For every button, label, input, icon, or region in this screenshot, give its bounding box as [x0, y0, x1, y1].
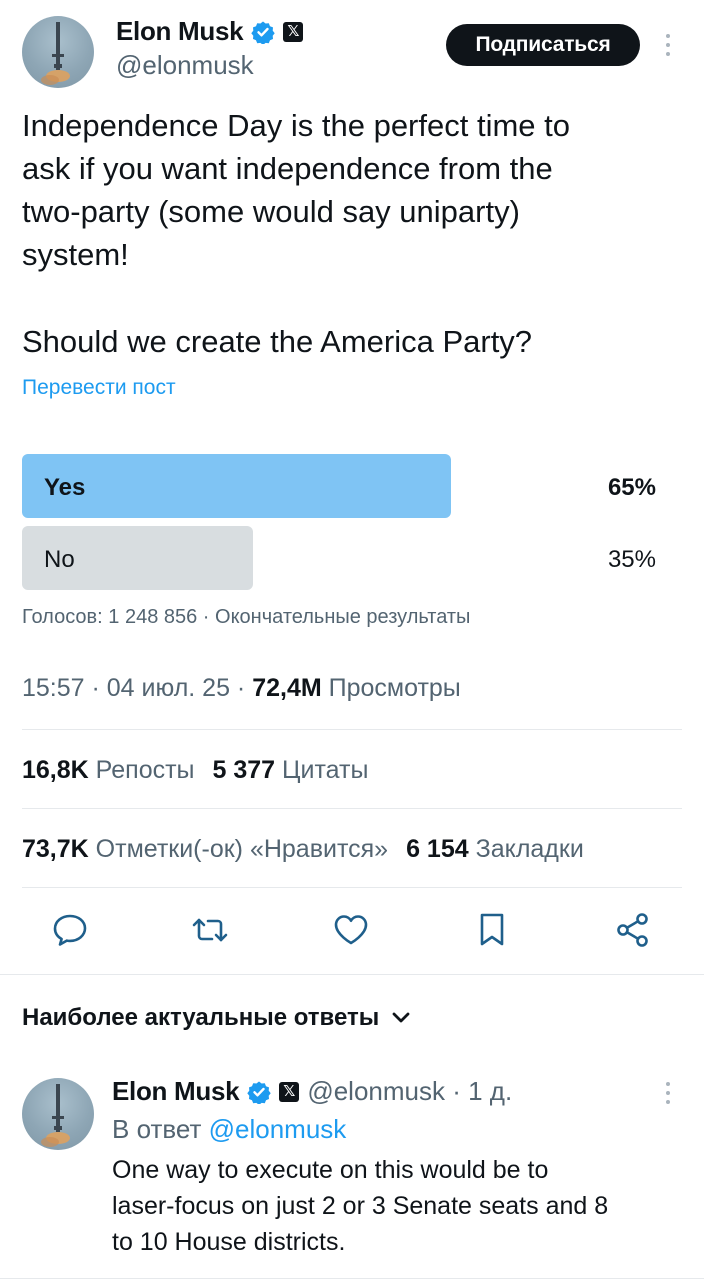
verified-badge-icon [251, 21, 276, 44]
more-options-icon[interactable] [663, 34, 673, 56]
author-name[interactable]: Elon Musk [116, 16, 244, 47]
share-icon[interactable] [613, 910, 653, 950]
reply-author-row[interactable]: Elon Musk 𝕏 @elonmusk · 1 д. [112, 1076, 512, 1107]
likes-label: Отметки(-ок) «Нравится» [95, 835, 389, 863]
poll-meta: Голосов: 1 248 856 · Окончательные резул… [22, 606, 471, 628]
repost-icon[interactable] [190, 910, 230, 950]
bookmarks-stat[interactable]: 6 154 Закладки [406, 835, 584, 863]
x-logo-icon: 𝕏 [279, 1081, 300, 1102]
post-text-line: two-party (some would say uniparty) [22, 194, 520, 229]
divider [22, 808, 682, 809]
x-logo-icon: 𝕏 [283, 21, 304, 42]
reply-icon[interactable] [50, 910, 90, 950]
poll-option-yes-percent: 65% [607, 474, 656, 501]
reply-to-prefix: В ответ [112, 1114, 209, 1144]
reposts-quotes-stats: 16,8K Репосты 5 377 Цитаты [22, 756, 368, 785]
reply-author-avatar[interactable] [22, 1078, 94, 1150]
verified-badge-icon [247, 1081, 272, 1104]
likes-bookmarks-stats: 73,7K Отметки(-ок) «Нравится» 6 154 Закла… [22, 835, 584, 864]
quotes-stat[interactable]: 5 377 Цитаты [213, 756, 369, 784]
bookmarks-count: 6 154 [406, 835, 469, 863]
post-text-line: Should we create the America Party? [22, 324, 533, 359]
reply-text-line: One way to execute on this would be to [112, 1156, 549, 1184]
poll-option-no-label: No [44, 546, 75, 573]
replies-sort-dropdown[interactable]: Наиболее актуальные ответы [22, 1004, 411, 1032]
reply-more-options-icon[interactable] [663, 1082, 673, 1104]
reply-author-name[interactable]: Elon Musk [112, 1076, 240, 1107]
post-text-line: system! [22, 237, 129, 272]
likes-count: 73,7K [22, 835, 89, 863]
reply-meta: @elonmusk · 1 д. [307, 1076, 513, 1106]
chevron-down-icon [392, 1012, 410, 1023]
divider [22, 887, 682, 888]
post-timestamp[interactable]: 15:57 · 04 июл. 25 · 72,4M Просмотры [22, 674, 461, 703]
post-text-line: Independence Day is the perfect time to [22, 108, 570, 143]
views-count: 72,4M [252, 674, 322, 702]
bottom-divider [0, 1278, 704, 1279]
divider [22, 729, 682, 730]
replies-header-label: Наиболее актуальные ответы [22, 1004, 380, 1031]
views-label: Просмотры [321, 674, 461, 702]
translate-post-link[interactable]: Перевести пост [22, 376, 176, 400]
section-divider [0, 974, 704, 975]
poll-option-no-percent: 35% [607, 546, 656, 573]
author-avatar[interactable] [22, 16, 94, 88]
reply-to-mention[interactable]: @elonmusk [209, 1114, 347, 1144]
author-handle[interactable]: @elonmusk [116, 50, 254, 81]
author-name-row[interactable]: Elon Musk 𝕏 [116, 16, 304, 47]
reposts-label: Репосты [95, 756, 195, 784]
bookmarks-label: Закладки [475, 835, 584, 863]
likes-stat[interactable]: 73,7K Отметки(-ок) «Нравится» [22, 835, 388, 863]
timestamp-time: 15:57 · 04 июл. 25 · [22, 674, 253, 702]
poll-option-yes-label: Yes [44, 474, 86, 501]
like-icon[interactable] [331, 910, 371, 950]
reply-text-line: to 10 House districts. [112, 1228, 346, 1256]
post-text-line: ask if you want independence from the [22, 151, 553, 186]
reply-text-line: laser-focus on just 2 or 3 Senate seats … [112, 1192, 609, 1220]
reposts-count: 16,8K [22, 756, 89, 784]
reposts-stat[interactable]: 16,8K Репосты [22, 756, 195, 784]
subscribe-button[interactable]: Подписаться [446, 24, 640, 66]
reply-to-line: В ответ @elonmusk [112, 1114, 346, 1145]
poll-bar-yes [22, 454, 451, 518]
quotes-label: Цитаты [282, 756, 369, 784]
bookmark-icon[interactable] [472, 910, 512, 950]
quotes-count: 5 377 [212, 756, 276, 784]
